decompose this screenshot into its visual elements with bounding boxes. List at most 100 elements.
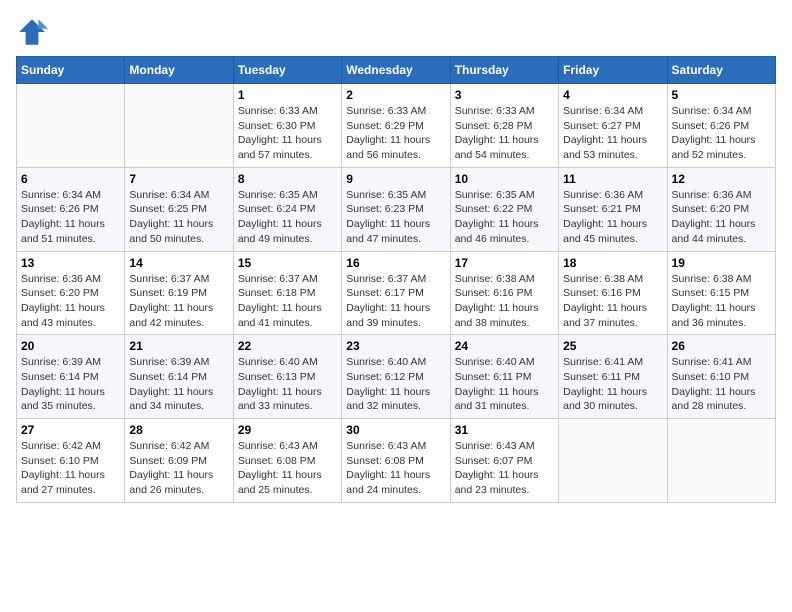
day-number: 2 <box>346 88 445 102</box>
calendar-cell: 25 Sunrise: 6:41 AM Sunset: 6:11 PM Dayli… <box>559 335 667 419</box>
calendar-cell: 29 Sunrise: 6:43 AM Sunset: 6:08 PM Dayli… <box>233 419 341 503</box>
day-info: Sunrise: 6:38 AM Sunset: 6:15 PM Dayligh… <box>672 272 771 331</box>
calendar-cell <box>559 419 667 503</box>
day-number: 25 <box>563 339 662 353</box>
day-info: Sunrise: 6:43 AM Sunset: 6:08 PM Dayligh… <box>238 439 337 498</box>
day-number: 18 <box>563 256 662 270</box>
calendar-cell: 24 Sunrise: 6:40 AM Sunset: 6:11 PM Dayli… <box>450 335 558 419</box>
calendar-cell: 20 Sunrise: 6:39 AM Sunset: 6:14 PM Dayli… <box>17 335 125 419</box>
calendar-week-row: 6 Sunrise: 6:34 AM Sunset: 6:26 PM Daylig… <box>17 167 776 251</box>
weekday-monday: Monday <box>125 57 233 84</box>
day-number: 9 <box>346 172 445 186</box>
day-number: 22 <box>238 339 337 353</box>
day-info: Sunrise: 6:37 AM Sunset: 6:18 PM Dayligh… <box>238 272 337 331</box>
day-info: Sunrise: 6:40 AM Sunset: 6:13 PM Dayligh… <box>238 355 337 414</box>
calendar-cell <box>17 84 125 168</box>
day-number: 21 <box>129 339 228 353</box>
calendar-cell: 7 Sunrise: 6:34 AM Sunset: 6:25 PM Daylig… <box>125 167 233 251</box>
day-number: 31 <box>455 423 554 437</box>
day-info: Sunrise: 6:43 AM Sunset: 6:08 PM Dayligh… <box>346 439 445 498</box>
day-info: Sunrise: 6:39 AM Sunset: 6:14 PM Dayligh… <box>21 355 120 414</box>
day-number: 6 <box>21 172 120 186</box>
day-info: Sunrise: 6:38 AM Sunset: 6:16 PM Dayligh… <box>563 272 662 331</box>
day-info: Sunrise: 6:34 AM Sunset: 6:26 PM Dayligh… <box>21 188 120 247</box>
calendar-cell: 28 Sunrise: 6:42 AM Sunset: 6:09 PM Dayli… <box>125 419 233 503</box>
day-info: Sunrise: 6:40 AM Sunset: 6:11 PM Dayligh… <box>455 355 554 414</box>
calendar-week-row: 1 Sunrise: 6:33 AM Sunset: 6:30 PM Daylig… <box>17 84 776 168</box>
day-info: Sunrise: 6:35 AM Sunset: 6:22 PM Dayligh… <box>455 188 554 247</box>
calendar-cell: 3Sunrise: 6:33 AM Sunset: 6:28 PM Daylig… <box>450 84 558 168</box>
day-info: Sunrise: 6:41 AM Sunset: 6:10 PM Dayligh… <box>672 355 771 414</box>
weekday-row: Sunday Monday Tuesday Wednesday Thursday… <box>17 57 776 84</box>
calendar-cell: 23 Sunrise: 6:40 AM Sunset: 6:12 PM Dayli… <box>342 335 450 419</box>
day-number: 15 <box>238 256 337 270</box>
calendar-cell <box>125 84 233 168</box>
day-number: 23 <box>346 339 445 353</box>
day-info: Sunrise: 6:39 AM Sunset: 6:14 PM Dayligh… <box>129 355 228 414</box>
day-info: Sunrise: 6:35 AM Sunset: 6:24 PM Dayligh… <box>238 188 337 247</box>
day-info: Sunrise: 6:42 AM Sunset: 6:09 PM Dayligh… <box>129 439 228 498</box>
calendar-cell: 31 Sunrise: 6:43 AM Sunset: 6:07 PM Dayli… <box>450 419 558 503</box>
weekday-thursday: Thursday <box>450 57 558 84</box>
day-info: Sunrise: 6:35 AM Sunset: 6:23 PM Dayligh… <box>346 188 445 247</box>
day-number: 29 <box>238 423 337 437</box>
day-number: 7 <box>129 172 228 186</box>
day-number: 12 <box>672 172 771 186</box>
weekday-sunday: Sunday <box>17 57 125 84</box>
calendar-cell: 11 Sunrise: 6:36 AM Sunset: 6:21 PM Dayli… <box>559 167 667 251</box>
day-number: 5 <box>672 88 771 102</box>
calendar-cell: 16Sunrise: 6:37 AM Sunset: 6:17 PM Dayli… <box>342 251 450 335</box>
day-info: Sunrise: 6:37 AM Sunset: 6:17 PM Dayligh… <box>346 272 445 331</box>
day-info: Sunrise: 6:34 AM Sunset: 6:26 PM Dayligh… <box>672 104 771 163</box>
day-number: 26 <box>672 339 771 353</box>
weekday-wednesday: Wednesday <box>342 57 450 84</box>
calendar-cell: 9 Sunrise: 6:35 AM Sunset: 6:23 PM Daylig… <box>342 167 450 251</box>
calendar-week-row: 13 Sunrise: 6:36 AM Sunset: 6:20 PM Dayli… <box>17 251 776 335</box>
calendar-cell: 21 Sunrise: 6:39 AM Sunset: 6:14 PM Dayli… <box>125 335 233 419</box>
day-number: 1 <box>238 88 337 102</box>
calendar-cell: 12Sunrise: 6:36 AM Sunset: 6:20 PM Dayli… <box>667 167 775 251</box>
logo-icon <box>16 16 48 48</box>
day-info: Sunrise: 6:41 AM Sunset: 6:11 PM Dayligh… <box>563 355 662 414</box>
day-info: Sunrise: 6:33 AM Sunset: 6:30 PM Dayligh… <box>238 104 337 163</box>
calendar-cell: 27Sunrise: 6:42 AM Sunset: 6:10 PM Dayli… <box>17 419 125 503</box>
day-number: 30 <box>346 423 445 437</box>
calendar-week-row: 27Sunrise: 6:42 AM Sunset: 6:10 PM Dayli… <box>17 419 776 503</box>
day-number: 14 <box>129 256 228 270</box>
logo <box>16 16 52 48</box>
day-info: Sunrise: 6:34 AM Sunset: 6:25 PM Dayligh… <box>129 188 228 247</box>
day-number: 13 <box>21 256 120 270</box>
day-number: 28 <box>129 423 228 437</box>
day-info: Sunrise: 6:34 AM Sunset: 6:27 PM Dayligh… <box>563 104 662 163</box>
calendar-cell: 26 Sunrise: 6:41 AM Sunset: 6:10 PM Dayli… <box>667 335 775 419</box>
calendar-cell: 10 Sunrise: 6:35 AM Sunset: 6:22 PM Dayli… <box>450 167 558 251</box>
day-number: 20 <box>21 339 120 353</box>
day-info: Sunrise: 6:36 AM Sunset: 6:20 PM Dayligh… <box>21 272 120 331</box>
day-info: Sunrise: 6:38 AM Sunset: 6:16 PM Dayligh… <box>455 272 554 331</box>
day-number: 8 <box>238 172 337 186</box>
day-number: 3 <box>455 88 554 102</box>
calendar-cell: 18 Sunrise: 6:38 AM Sunset: 6:16 PM Dayli… <box>559 251 667 335</box>
calendar-cell: 6 Sunrise: 6:34 AM Sunset: 6:26 PM Daylig… <box>17 167 125 251</box>
calendar-cell: 14Sunrise: 6:37 AM Sunset: 6:19 PM Dayli… <box>125 251 233 335</box>
day-number: 11 <box>563 172 662 186</box>
calendar-cell: 4Sunrise: 6:34 AM Sunset: 6:27 PM Daylig… <box>559 84 667 168</box>
calendar-cell: 13 Sunrise: 6:36 AM Sunset: 6:20 PM Dayli… <box>17 251 125 335</box>
weekday-saturday: Saturday <box>667 57 775 84</box>
day-info: Sunrise: 6:36 AM Sunset: 6:21 PM Dayligh… <box>563 188 662 247</box>
calendar-cell: 17Sunrise: 6:38 AM Sunset: 6:16 PM Dayli… <box>450 251 558 335</box>
calendar-cell: 30 Sunrise: 6:43 AM Sunset: 6:08 PM Dayli… <box>342 419 450 503</box>
calendar-table: Sunday Monday Tuesday Wednesday Thursday… <box>16 56 776 503</box>
day-number: 10 <box>455 172 554 186</box>
calendar-cell <box>667 419 775 503</box>
calendar-week-row: 20 Sunrise: 6:39 AM Sunset: 6:14 PM Dayli… <box>17 335 776 419</box>
calendar-body: 1 Sunrise: 6:33 AM Sunset: 6:30 PM Daylig… <box>17 84 776 503</box>
day-number: 27 <box>21 423 120 437</box>
calendar-header: Sunday Monday Tuesday Wednesday Thursday… <box>17 57 776 84</box>
calendar-cell: 1 Sunrise: 6:33 AM Sunset: 6:30 PM Daylig… <box>233 84 341 168</box>
day-info: Sunrise: 6:40 AM Sunset: 6:12 PM Dayligh… <box>346 355 445 414</box>
day-number: 24 <box>455 339 554 353</box>
day-number: 19 <box>672 256 771 270</box>
calendar-cell: 8 Sunrise: 6:35 AM Sunset: 6:24 PM Daylig… <box>233 167 341 251</box>
day-info: Sunrise: 6:43 AM Sunset: 6:07 PM Dayligh… <box>455 439 554 498</box>
